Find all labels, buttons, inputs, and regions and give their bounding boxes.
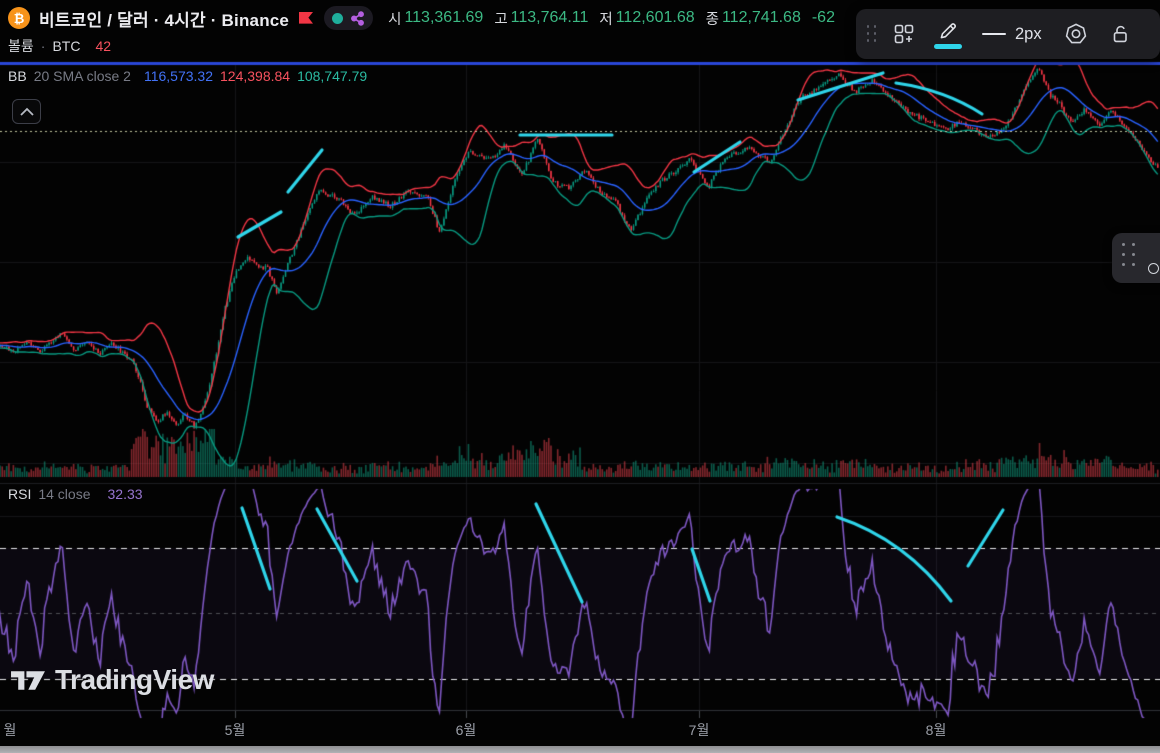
lock-open-icon bbox=[1108, 22, 1132, 46]
volume-title: 볼륨 bbox=[8, 36, 34, 56]
bb-params: 20 SMA close 2 bbox=[34, 68, 131, 84]
share-icon bbox=[350, 11, 365, 26]
rsi-legend: RSI 14 close 32.33 bbox=[8, 486, 143, 502]
rsi-params: 14 close bbox=[38, 486, 90, 502]
settings-button[interactable] bbox=[1056, 13, 1096, 55]
floating-widget bbox=[1112, 233, 1160, 283]
time-tick-4: 8월 bbox=[926, 720, 947, 740]
drawing-templates-button[interactable] bbox=[884, 13, 924, 55]
bb-basis-value: 116,573.32 bbox=[144, 68, 213, 84]
btc-logo-icon: ₿ bbox=[8, 7, 30, 29]
tradingview-logo-icon bbox=[10, 666, 47, 695]
tradingview-logo-text: TradingView bbox=[55, 664, 214, 696]
drawing-toolbar: 2px bbox=[856, 9, 1160, 59]
widget-circle-icon[interactable] bbox=[1148, 263, 1159, 274]
volume-value: 42 bbox=[95, 38, 111, 54]
volume-symbol: BTC bbox=[52, 38, 80, 54]
bb-legend: BB 20 SMA close 2 116,573.32 124,398.84 … bbox=[8, 68, 367, 84]
bb-lower-value: 108,747.79 bbox=[297, 68, 367, 84]
open-value: 113,361.69 bbox=[404, 9, 483, 27]
status-pill[interactable] bbox=[324, 6, 373, 30]
time-tick-0: 월 bbox=[3, 720, 16, 740]
low-value: 112,601.68 bbox=[616, 9, 695, 27]
symbol-title[interactable]: 비트코인 / 달러 · 4시간 · Binance bbox=[39, 6, 289, 31]
widget-drag-handle-icon[interactable] bbox=[1122, 243, 1137, 268]
lock-button[interactable] bbox=[1100, 13, 1140, 55]
time-tick-3: 7월 bbox=[689, 720, 710, 740]
close-label: 종 bbox=[706, 8, 719, 29]
gear-icon bbox=[1064, 22, 1088, 46]
active-color-bar bbox=[934, 44, 962, 49]
high-label: 고 bbox=[494, 8, 507, 29]
time-tick-2: 6월 bbox=[456, 720, 477, 740]
high-value: 113,764.11 bbox=[511, 9, 589, 27]
flag-icon[interactable] bbox=[298, 11, 315, 25]
change-value: -62 bbox=[812, 9, 835, 27]
close-value: 112,741.68 bbox=[722, 9, 801, 27]
templates-icon bbox=[892, 22, 916, 46]
time-tick-1: 5월 bbox=[225, 720, 246, 740]
line-width-control[interactable]: 2px bbox=[972, 25, 1052, 44]
volume-legend: 볼륨 · BTC 42 bbox=[8, 36, 111, 56]
line-width-icon bbox=[982, 33, 1006, 36]
ohlc-readout: 시113,361.69 고113,764.11 저112,601.68 종112… bbox=[388, 8, 835, 29]
line-width-label: 2px bbox=[1015, 25, 1042, 44]
toolbar-drag-handle[interactable] bbox=[864, 13, 880, 55]
tradingview-watermark[interactable]: TradingView bbox=[10, 664, 214, 696]
chart-canvas[interactable] bbox=[0, 0, 1160, 753]
market-status-dot-icon bbox=[332, 13, 343, 24]
separator-dot: · bbox=[41, 38, 46, 54]
bottom-edge-strip bbox=[0, 746, 1160, 753]
low-label: 저 bbox=[599, 8, 612, 29]
chevron-up-icon bbox=[19, 107, 35, 117]
tradingview-app: ₿ 비트코인 / 달러 · 4시간 · Binance 시113,361.69 … bbox=[0, 0, 1160, 753]
bb-upper-value: 124,398.84 bbox=[220, 68, 290, 84]
pencil-tool-button[interactable] bbox=[928, 13, 968, 55]
bb-name: BB bbox=[8, 68, 27, 84]
open-label: 시 bbox=[388, 8, 401, 29]
rsi-value: 32.33 bbox=[108, 486, 143, 502]
pencil-icon bbox=[937, 20, 959, 42]
symbol-header: ₿ 비트코인 / 달러 · 4시간 · Binance 시113,361.69 … bbox=[8, 5, 835, 31]
rsi-name: RSI bbox=[8, 486, 31, 502]
collapse-legend-button[interactable] bbox=[12, 99, 41, 124]
